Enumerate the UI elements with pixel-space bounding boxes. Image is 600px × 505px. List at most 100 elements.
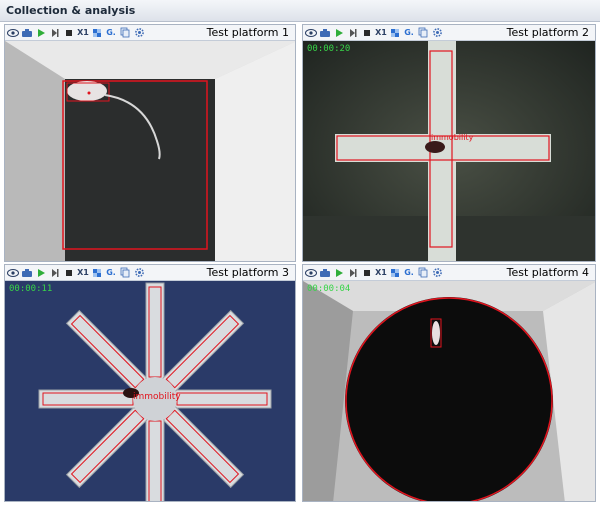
eye-button[interactable] — [305, 27, 317, 39]
test-platform-3-panel: X1 G. Test platform 3 immobility 00:00:11 — [4, 264, 296, 502]
stop-icon — [362, 268, 372, 278]
step-button[interactable] — [347, 27, 359, 39]
speed-x1-button[interactable]: X1 — [77, 27, 89, 39]
copy-icon — [120, 267, 130, 278]
stop-button[interactable] — [361, 267, 373, 279]
camera-button[interactable] — [319, 27, 331, 39]
zoom-button[interactable]: G. — [403, 27, 415, 39]
test-platform-4-panel: X1 G. Test platform 4 00:00:04 — [302, 264, 596, 502]
camera-icon — [319, 268, 331, 278]
maze-arm — [145, 282, 165, 382]
elapsed-timer: 00:00:11 — [9, 284, 53, 294]
eye-icon — [7, 28, 19, 38]
eye-button[interactable] — [7, 267, 19, 279]
grid-icon — [92, 268, 102, 278]
elapsed-timer: 00:00:20 — [307, 44, 351, 54]
panel-title: Test platform 4 — [506, 266, 589, 279]
settings-button[interactable] — [431, 267, 443, 279]
panel-title: Test platform 1 — [206, 26, 289, 39]
test-platform-1-panel: X1 G. Test platform 1 — [4, 24, 296, 262]
play-button[interactable] — [35, 267, 47, 279]
panel-toolbar: X1 G. Test platform 1 — [5, 25, 295, 41]
zoom-icon: G. — [404, 28, 414, 37]
step-button[interactable] — [49, 27, 61, 39]
stop-icon — [64, 268, 74, 278]
grid-button[interactable] — [389, 267, 401, 279]
video-feed-4[interactable]: 00:00:04 — [303, 281, 595, 501]
panel-title: Test platform 3 — [206, 266, 289, 279]
eye-icon — [305, 268, 317, 278]
grid-icon — [390, 28, 400, 38]
camera-button[interactable] — [21, 27, 33, 39]
grid-button[interactable] — [91, 27, 103, 39]
zoom-icon: G. — [106, 268, 116, 277]
stop-icon — [64, 28, 74, 38]
grid-icon — [390, 268, 400, 278]
speed-x1-icon: X1 — [77, 268, 89, 277]
zoom-button[interactable]: G. — [105, 27, 117, 39]
maze-arm — [172, 389, 272, 409]
copy-icon — [120, 27, 130, 38]
stop-button[interactable] — [63, 27, 75, 39]
settings-icon — [432, 27, 443, 38]
panel-toolbar: X1 G. Test platform 2 — [303, 25, 595, 41]
copy-button[interactable] — [119, 267, 131, 279]
copy-button[interactable] — [417, 27, 429, 39]
settings-icon — [134, 267, 145, 278]
grid-icon — [92, 28, 102, 38]
speed-x1-icon: X1 — [77, 28, 89, 37]
camera-button[interactable] — [319, 267, 331, 279]
copy-button[interactable] — [119, 27, 131, 39]
settings-icon — [134, 27, 145, 38]
step-icon — [50, 268, 60, 278]
eye-icon — [305, 28, 317, 38]
behavior-label: immobility — [133, 392, 181, 402]
video-feed-1[interactable] — [5, 41, 295, 261]
copy-icon — [418, 267, 428, 278]
stop-button[interactable] — [361, 27, 373, 39]
settings-button[interactable] — [133, 267, 145, 279]
step-button[interactable] — [49, 267, 61, 279]
maze-arm — [145, 416, 165, 501]
panel-title: Test platform 2 — [506, 26, 589, 39]
speed-x1-icon: X1 — [375, 28, 387, 37]
eye-button[interactable] — [7, 27, 19, 39]
panel-toolbar: X1 G. Test platform 4 — [303, 265, 595, 281]
speed-x1-button[interactable]: X1 — [77, 267, 89, 279]
speed-x1-button[interactable]: X1 — [375, 267, 387, 279]
zoom-button[interactable]: G. — [105, 267, 117, 279]
camera-button[interactable] — [21, 267, 33, 279]
copy-button[interactable] — [417, 267, 429, 279]
step-icon — [50, 28, 60, 38]
behavior-label: immobility — [431, 133, 474, 142]
step-icon — [348, 268, 358, 278]
speed-x1-button[interactable]: X1 — [375, 27, 387, 39]
camera-icon — [21, 268, 33, 278]
eye-button[interactable] — [305, 267, 317, 279]
step-button[interactable] — [347, 267, 359, 279]
play-button[interactable] — [333, 27, 345, 39]
play-button[interactable] — [333, 267, 345, 279]
zoom-button[interactable]: G. — [403, 267, 415, 279]
speed-x1-icon: X1 — [375, 268, 387, 277]
camera-icon — [319, 28, 331, 38]
grid-button[interactable] — [389, 27, 401, 39]
play-icon — [36, 28, 46, 38]
video-feed-2[interactable]: immobility 00:00:20 — [303, 41, 595, 261]
rodent — [67, 81, 107, 101]
video-feed-3[interactable]: immobility 00:00:11 — [5, 281, 295, 501]
maze-arm — [38, 389, 138, 409]
step-icon — [348, 28, 358, 38]
grid-button[interactable] — [91, 267, 103, 279]
play-icon — [334, 268, 344, 278]
play-button[interactable] — [35, 27, 47, 39]
settings-button[interactable] — [431, 27, 443, 39]
copy-icon — [418, 27, 428, 38]
stop-button[interactable] — [63, 267, 75, 279]
window-title: Collection & analysis — [0, 0, 600, 22]
panel-toolbar: X1 G. Test platform 3 — [5, 265, 295, 281]
settings-icon — [432, 267, 443, 278]
play-icon — [334, 28, 344, 38]
elapsed-timer: 00:00:04 — [307, 284, 351, 294]
settings-button[interactable] — [133, 27, 145, 39]
